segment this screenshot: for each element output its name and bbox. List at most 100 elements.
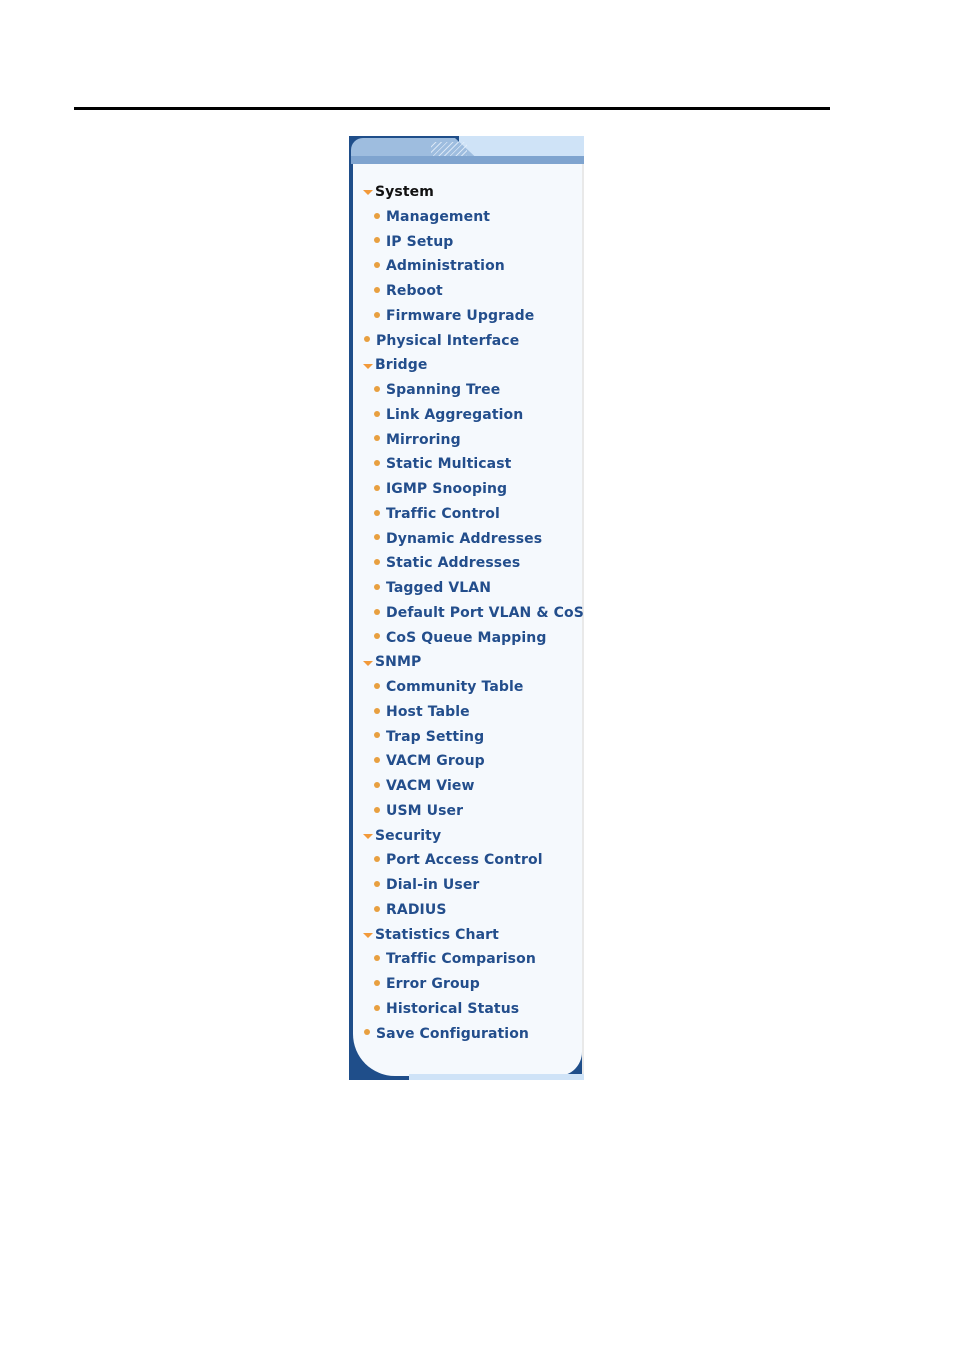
- nav-item-system[interactable]: System: [363, 180, 584, 205]
- nav-item-spanning-tree[interactable]: Spanning Tree: [363, 378, 584, 403]
- bullet-icon: [374, 262, 380, 269]
- panel-header-band: [351, 156, 584, 164]
- nav-item-vacm-group[interactable]: VACM Group: [363, 749, 584, 774]
- nav-item-traffic-control[interactable]: Traffic Control: [363, 502, 584, 527]
- nav-item-static-multicast[interactable]: Static Multicast: [363, 452, 584, 477]
- nav-item-label: Static Addresses: [386, 555, 521, 572]
- nav-item-label: Mirroring: [386, 431, 461, 448]
- nav-item-label: Static Multicast: [386, 456, 512, 473]
- bullet-icon: [374, 311, 380, 318]
- nav-item-mirroring[interactable]: Mirroring: [363, 428, 584, 453]
- nav-item-snmp[interactable]: SNMP: [363, 650, 584, 675]
- nav-item-label: USM User: [386, 802, 464, 819]
- nav-item-label: Historical Status: [386, 1000, 520, 1017]
- nav-item-default-port-vlan-and-cos[interactable]: Default Port VLAN & CoS: [363, 601, 584, 626]
- navigation-panel: System Management IP Setup Administration Re…: [349, 136, 584, 1080]
- nav-item-label: Reboot: [386, 283, 443, 299]
- nav-item-label: RADIUS: [386, 901, 447, 918]
- nav-item-label: Trap Setting: [386, 728, 485, 745]
- panel-footer-strip: [409, 1074, 584, 1080]
- nav-item-label: Host Table: [386, 703, 470, 720]
- bullet-icon: [374, 979, 380, 986]
- nav-item-label: IGMP Snooping: [386, 481, 508, 497]
- bullet-icon: [374, 534, 380, 541]
- nav-item-label: Dynamic Addresses: [386, 530, 543, 547]
- nav-item-traffic-comparison[interactable]: Traffic Comparison: [363, 947, 584, 972]
- bullet-icon: [374, 608, 380, 615]
- nav-item-label: Firmware Upgrade: [386, 307, 535, 324]
- expand-arrow-icon: [363, 190, 373, 196]
- bullet-icon: [374, 880, 380, 887]
- nav-item-firmware-upgrade[interactable]: Firmware Upgrade: [363, 304, 584, 329]
- nav-item-label: Tagged VLAN: [386, 580, 492, 596]
- nav-item-security[interactable]: Security: [363, 824, 584, 849]
- nav-item-save-configuration[interactable]: Save Configuration: [363, 1022, 584, 1047]
- bullet-icon: [374, 237, 380, 244]
- nav-item-label: Save Configuration: [376, 1025, 529, 1042]
- nav-item-label: Security: [375, 827, 442, 844]
- nav-item-static-addresses[interactable]: Static Addresses: [363, 551, 584, 576]
- nav-item-label: Administration: [386, 258, 505, 275]
- bullet-icon: [374, 435, 380, 442]
- bullet-icon: [374, 385, 380, 392]
- bullet-icon: [374, 460, 380, 467]
- nav-item-igmp-snooping[interactable]: IGMP Snooping: [363, 477, 584, 502]
- nav-item-label: Bridge: [375, 357, 428, 374]
- bullet-icon: [374, 583, 380, 590]
- nav-item-label: Spanning Tree: [386, 382, 501, 398]
- bullet-icon: [374, 955, 380, 962]
- nav-item-cos-queue-mapping[interactable]: CoS Queue Mapping: [363, 626, 584, 651]
- bullet-icon: [374, 410, 380, 417]
- nav-menu: System Management IP Setup Administration Re…: [363, 180, 584, 1046]
- nav-item-administration[interactable]: Administration: [363, 254, 584, 279]
- nav-item-label: CoS Queue Mapping: [386, 629, 547, 646]
- bullet-icon: [374, 1004, 380, 1011]
- page-header-rule: [74, 107, 830, 110]
- nav-item-physical-interface[interactable]: Physical Interface: [363, 329, 584, 354]
- nav-item-statistics-chart[interactable]: Statistics Chart: [363, 923, 584, 948]
- nav-item-reboot[interactable]: Reboot: [363, 279, 584, 304]
- nav-item-label: Port Access Control: [386, 852, 543, 869]
- bullet-icon: [374, 757, 380, 764]
- tab-grip-icon: [431, 142, 467, 156]
- nav-item-label: Physical Interface: [376, 332, 520, 349]
- nav-item-management[interactable]: Management: [363, 205, 584, 230]
- nav-item-port-access-control[interactable]: Port Access Control: [363, 848, 584, 873]
- bullet-icon: [374, 509, 380, 516]
- nav-item-error-group[interactable]: Error Group: [363, 972, 584, 997]
- nav-item-label: IP Setup: [386, 233, 454, 250]
- nav-item-label: VACM Group: [386, 753, 485, 770]
- nav-item-bridge[interactable]: Bridge: [363, 353, 584, 378]
- nav-item-vacm-view[interactable]: VACM View: [363, 774, 584, 799]
- nav-item-host-table[interactable]: Host Table: [363, 700, 584, 725]
- bullet-icon: [374, 732, 380, 739]
- bullet-icon: [374, 633, 380, 640]
- bullet-icon: [374, 484, 380, 491]
- nav-item-dial-in-user[interactable]: Dial-in User: [363, 873, 584, 898]
- nav-item-tagged-vlan[interactable]: Tagged VLAN: [363, 576, 584, 601]
- expand-arrow-icon: [363, 363, 373, 369]
- nav-item-usm-user[interactable]: USM User: [363, 799, 584, 824]
- nav-item-historical-status[interactable]: Historical Status: [363, 997, 584, 1022]
- bullet-icon: [364, 336, 370, 343]
- bullet-icon: [364, 1029, 370, 1036]
- nav-item-label: Management: [386, 208, 491, 225]
- nav-item-label: Error Group: [386, 976, 480, 992]
- expand-arrow-icon: [363, 932, 373, 938]
- nav-item-label: Dial-in User: [386, 877, 480, 893]
- nav-item-radius[interactable]: RADIUS: [363, 898, 584, 923]
- nav-item-label: Community Table: [386, 679, 524, 695]
- bullet-icon: [374, 905, 380, 912]
- bullet-icon: [374, 559, 380, 566]
- nav-item-ip-setup[interactable]: IP Setup: [363, 230, 584, 255]
- bullet-icon: [374, 806, 380, 813]
- nav-item-community-table[interactable]: Community Table: [363, 675, 584, 700]
- bullet-icon: [374, 707, 380, 714]
- nav-item-label: Statistics Chart: [375, 926, 499, 943]
- nav-item-link-aggregation[interactable]: Link Aggregation: [363, 403, 584, 428]
- bullet-icon: [374, 856, 380, 863]
- nav-item-trap-setting[interactable]: Trap Setting: [363, 725, 584, 750]
- bullet-icon: [374, 682, 380, 689]
- nav-item-dynamic-addresses[interactable]: Dynamic Addresses: [363, 527, 584, 552]
- nav-item-label: VACM View: [386, 778, 475, 794]
